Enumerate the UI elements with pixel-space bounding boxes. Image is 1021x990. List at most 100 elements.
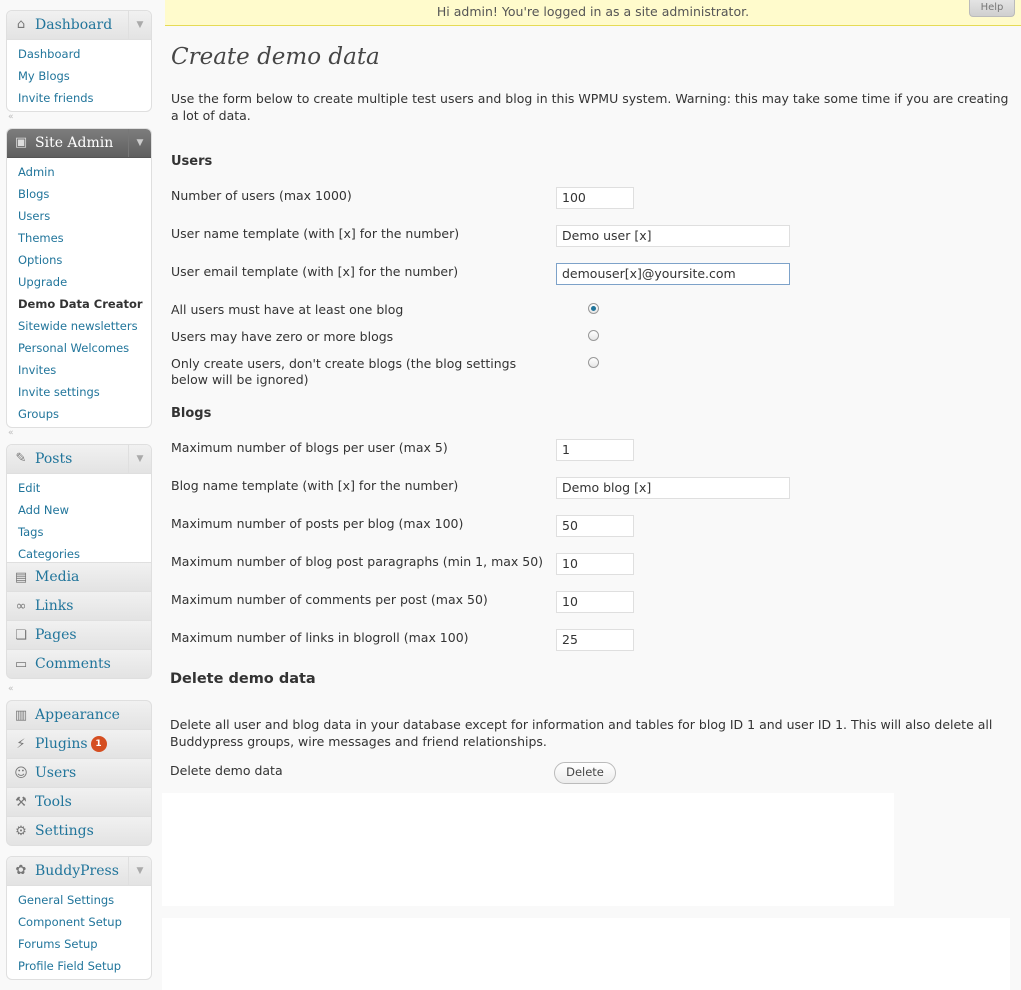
radio-at-least-one-blog[interactable] [588,303,599,314]
radio-users-only[interactable] [588,357,599,368]
menu-pages[interactable]: ❏ Pages [6,620,152,650]
menu-media-label[interactable]: Media [35,569,79,585]
submenu-item-invites[interactable]: Invites [7,359,151,381]
submenu-item-admin[interactable]: Admin [7,161,151,183]
max-posts-label: Maximum number of posts per blog (max 10… [171,516,464,531]
radio-users-only-label-line1: Only create users, don't create blogs (t… [171,356,517,371]
submenu-item-groups[interactable]: Groups [7,403,151,425]
submenu-item-component-setup[interactable]: Component Setup [7,911,151,933]
max-posts-input[interactable]: 50 [556,515,634,537]
chevron-down-icon[interactable]: ▼ [128,857,151,885]
num-users-input[interactable]: 100 [556,187,634,209]
submenu-item-profile-field-setup[interactable]: Profile Field Setup [7,955,151,977]
menu-comments-label[interactable]: Comments [35,656,111,672]
link-icon: ∞ [15,598,27,614]
menu-posts-title[interactable]: Posts [35,451,72,467]
delete-button[interactable]: Delete [554,762,616,784]
submenu-item-general-settings[interactable]: General Settings [7,889,151,911]
blogs-section-heading: Blogs [171,406,212,421]
submenu-item-users[interactable]: Users [7,205,151,227]
menu-users[interactable]: ☺ Users [6,758,152,788]
radio-zero-or-more[interactable] [588,330,599,341]
submenu-item-tags[interactable]: Tags [7,521,151,543]
submenu-item-upgrade[interactable]: Upgrade [7,271,151,293]
submenu-item-dashboard[interactable]: Dashboard [7,43,151,65]
admin-notice-bar: Hi admin! You're logged in as a site adm… [165,0,1021,26]
menu-plugins[interactable]: ⚡ Plugins 1 [6,729,152,759]
menu-comments[interactable]: ▭ Comments [6,649,152,679]
chevron-down-icon[interactable]: ▼ [128,129,151,157]
max-blogs-input[interactable]: 1 [556,439,634,461]
submenu-item-demo-data-creator[interactable]: Demo Data Creator [7,293,151,315]
menu-posts: ✎ Posts ▼ Edit Add New Tags Categories [6,444,152,568]
pages-icon: ❏ [15,627,27,643]
chevron-down-icon[interactable]: ▼ [128,11,151,39]
submenu-item-blogs[interactable]: Blogs [7,183,151,205]
blog-name-template-label: Blog name template (with [x] for the num… [171,478,459,493]
menu-pages-label[interactable]: Pages [35,627,77,643]
submenu-item-invite-friends[interactable]: Invite friends [7,87,151,109]
menu-media[interactable]: ▤ Media [6,562,152,592]
menu-links[interactable]: ∞ Links [6,591,152,621]
chevron-down-icon[interactable]: ▼ [128,445,151,473]
admin-notice-text: Hi admin! You're logged in as a site adm… [436,4,750,19]
menu-buddypress-header[interactable]: ✿ BuddyPress ▼ [7,857,151,886]
menu-site-admin-title[interactable]: Site Admin [35,135,113,151]
blog-name-template-input[interactable]: Demo blog [x] [556,477,790,499]
submenu-item-personal-welcomes[interactable]: Personal Welcomes [7,337,151,359]
menu-site-admin-header[interactable]: ▣ Site Admin ▼ [7,129,151,158]
delete-section-heading: Delete demo data [170,671,316,687]
menu-buddypress-title[interactable]: BuddyPress [35,863,119,879]
menu-plugins-label[interactable]: Plugins [35,736,88,752]
plugin-update-count-badge: 1 [90,736,107,752]
submenu-item-edit[interactable]: Edit [7,477,151,499]
posts-submenu: Edit Add New Tags Categories [7,474,151,567]
intro-text: Use the form below to create multiple te… [171,91,1009,123]
max-comments-label: Maximum number of comments per post (max… [171,592,488,607]
menu-posts-header[interactable]: ✎ Posts ▼ [7,445,151,474]
comment-icon: ▭ [14,656,28,672]
tools-icon: ⚒ [15,794,27,810]
submenu-item-my-blogs[interactable]: My Blogs [7,65,151,87]
radio-at-least-one-blog-label: All users must have at least one blog [171,302,404,317]
site-admin-submenu: Admin Blogs Users Themes Options Upgrade… [7,158,151,427]
settings-icon: ⚙ [15,823,27,839]
menu-settings[interactable]: ⚙ Settings [6,816,152,846]
collapse-separator[interactable]: « [8,112,14,122]
max-paragraphs-label: Maximum number of blog post paragraphs (… [171,554,544,569]
menu-users-label[interactable]: Users [35,765,76,781]
buddypress-icon: ✿ [15,863,27,878]
submenu-item-options[interactable]: Options [7,249,151,271]
admin-menu: ⌂ Dashboard ▼ Dashboard My Blogs Invite … [0,0,158,990]
max-comments-input[interactable]: 10 [556,591,634,613]
submenu-item-invite-settings[interactable]: Invite settings [7,381,151,403]
collapse-separator[interactable]: « [8,428,14,438]
submenu-item-forums-setup[interactable]: Forums Setup [7,933,151,955]
menu-links-label[interactable]: Links [35,598,73,614]
menu-appearance[interactable]: ▥ Appearance [6,700,152,730]
max-paragraphs-input[interactable]: 10 [556,553,634,575]
user-name-template-input[interactable]: Demo user [x] [556,225,790,247]
menu-site-admin: ▣ Site Admin ▼ Admin Blogs Users Themes … [6,128,152,428]
collapse-separator[interactable]: « [8,684,14,694]
menu-dashboard-title[interactable]: Dashboard [35,17,112,33]
menu-dashboard-header[interactable]: ⌂ Dashboard ▼ [7,11,151,40]
submenu-item-add-new[interactable]: Add New [7,499,151,521]
appearance-icon: ▥ [14,707,28,723]
submenu-item-themes[interactable]: Themes [7,227,151,249]
max-links-input[interactable]: 25 [556,629,634,651]
user-name-template-label: User name template (with [x] for the num… [171,226,460,241]
blank-panel [162,918,1010,990]
menu-appearance-label[interactable]: Appearance [35,707,120,723]
menu-tools[interactable]: ⚒ Tools [6,787,152,817]
help-button[interactable]: Help [969,0,1015,17]
home-icon: ⌂ [16,17,26,32]
users-section-heading: Users [171,154,213,169]
user-email-template-input[interactable]: demouser[x]@yoursite.com [556,263,790,285]
menu-settings-label[interactable]: Settings [35,823,94,839]
plugin-icon: ⚡ [16,736,26,752]
submenu-item-sitewide-newsletters[interactable]: Sitewide newsletters [7,315,151,337]
delete-description: Delete all user and blog data in your da… [170,717,993,749]
blank-panel [162,793,894,906]
menu-tools-label[interactable]: Tools [35,794,72,810]
